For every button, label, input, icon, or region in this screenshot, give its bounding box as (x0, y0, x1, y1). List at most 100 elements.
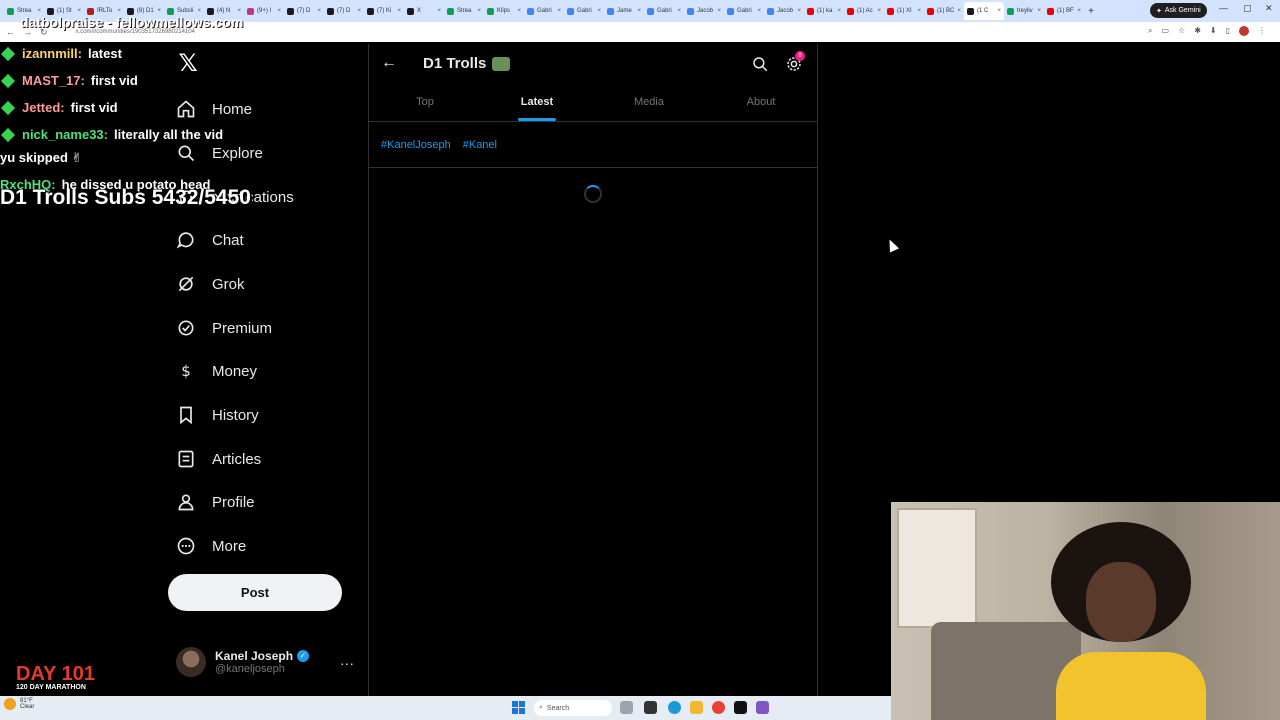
nav-item-articles[interactable]: Articles (176, 444, 261, 474)
close-tab-icon[interactable]: × (877, 8, 881, 14)
taskbar-edge-icon[interactable] (668, 701, 681, 714)
tab-about[interactable]: About (705, 88, 817, 121)
taskbar-search-input[interactable]: ⌕ Search (534, 700, 612, 716)
close-tab-icon[interactable]: × (637, 8, 641, 14)
cast-icon[interactable]: ▭ (1161, 26, 1169, 36)
post-button[interactable]: Post (168, 574, 342, 611)
nav-item-premium[interactable]: Premium (176, 313, 272, 343)
community-tags: #KanelJoseph #Kanel (369, 122, 817, 168)
close-tab-icon[interactable]: × (477, 8, 481, 14)
tab-favicon-icon (407, 7, 414, 15)
menu-dots-icon[interactable]: ⋮ (1258, 26, 1266, 36)
browser-tab[interactable]: (7) Ki × (364, 2, 404, 20)
stream-top-overlay: datbolpraise - fellowmellows.com (20, 14, 244, 30)
ask-gemini-button[interactable]: ✦ Ask Gemini (1150, 3, 1207, 18)
close-tab-icon[interactable]: × (717, 8, 721, 14)
nav-item-chat[interactable]: Chat (176, 225, 244, 255)
browser-tab[interactable]: (1) ka × (804, 2, 844, 20)
maximize-window-button[interactable]: ▢ (1243, 3, 1252, 14)
tab-top[interactable]: Top (369, 88, 481, 121)
close-tab-icon[interactable]: × (797, 8, 801, 14)
taskbar-widget-icon[interactable] (620, 701, 633, 714)
tab-favicon-icon (1047, 7, 1054, 15)
bookmark-star-icon[interactable]: ☆ (1178, 26, 1185, 36)
browser-tab[interactable]: Klips × (484, 2, 524, 20)
browser-tab[interactable]: treyliv × (1004, 2, 1044, 20)
taskbar-chrome-icon[interactable] (712, 701, 725, 714)
close-tab-icon[interactable]: × (917, 8, 921, 14)
account-switcher[interactable]: Kanel Joseph ✓ @kaneljoseph (176, 646, 356, 678)
browser-tab[interactable]: (9+) I × (244, 2, 284, 20)
browser-tab[interactable]: Gabri × (524, 2, 564, 20)
chat-badge-icon (0, 46, 16, 61)
nav-item-grok[interactable]: Grok (176, 269, 245, 299)
browser-tab[interactable]: (1) BC × (924, 2, 964, 20)
close-tab-icon[interactable]: × (277, 8, 281, 14)
taskbar-explorer-icon[interactable] (690, 701, 703, 714)
webcam-window-bg (897, 508, 977, 628)
browser-tab[interactable]: (1 C × (964, 2, 1004, 20)
close-tab-icon[interactable]: × (837, 8, 841, 14)
windows-start-icon[interactable] (512, 701, 525, 714)
browser-tab[interactable]: (1) Ac × (844, 2, 884, 20)
browser-tab-label: (1 C (977, 8, 989, 14)
hashtag-link[interactable]: #Kanel (463, 139, 497, 151)
close-tab-icon[interactable]: × (517, 8, 521, 14)
close-tab-icon[interactable]: × (557, 8, 561, 14)
new-tab-icon[interactable]: + (1084, 6, 1098, 17)
browser-tab[interactable]: Gabri × (644, 2, 684, 20)
close-tab-icon[interactable]: × (997, 8, 1001, 14)
minimize-window-button[interactable]: — (1219, 3, 1228, 13)
nav-item-history[interactable]: History (176, 400, 259, 430)
browser-tab[interactable]: (1) BF × (1044, 2, 1084, 20)
hashtag-link[interactable]: #KanelJoseph (381, 139, 451, 151)
community-header: ← D1 Trolls 8 (369, 44, 817, 84)
taskbar-app-icon[interactable] (734, 701, 747, 714)
browser-tab[interactable]: Jame × (604, 2, 644, 20)
profile-avatar-icon[interactable] (1239, 26, 1249, 36)
download-icon[interactable]: ⬇ (1210, 26, 1217, 36)
taskbar-obs-icon[interactable] (756, 701, 769, 714)
account-more-icon[interactable]: ··· (340, 655, 354, 671)
community-search-icon[interactable] (751, 55, 769, 73)
browser-tab[interactable]: Jacob × (684, 2, 724, 20)
tab-media[interactable]: Media (593, 88, 705, 121)
nav-item-money[interactable]: $ Money (176, 356, 257, 386)
nav-item-profile[interactable]: Profile (176, 487, 255, 517)
close-tab-icon[interactable]: × (757, 8, 761, 14)
browser-tab-label: Gabri (737, 8, 752, 14)
close-tab-icon[interactable]: × (357, 8, 361, 14)
browser-tab[interactable]: Strea × (444, 2, 484, 20)
browser-tab-label: (9+) I (257, 8, 272, 14)
back-nav-icon[interactable]: ← (6, 27, 15, 37)
browser-tab[interactable]: Gabri × (724, 2, 764, 20)
chat-message: Jetted: first vid (0, 94, 290, 121)
tab-latest[interactable]: Latest (481, 88, 593, 121)
browser-tab[interactable]: Jacob × (764, 2, 804, 20)
browser-tab[interactable]: Gabri × (564, 2, 604, 20)
zoom-icon[interactable]: ⌕ (1148, 26, 1152, 36)
close-tab-icon[interactable]: × (957, 8, 961, 14)
close-window-button[interactable]: ✕ (1265, 3, 1273, 14)
taskbar-taskview-icon[interactable] (644, 701, 657, 714)
nav-item-more[interactable]: More (176, 531, 246, 561)
extensions-icon[interactable]: ✱ (1194, 26, 1201, 36)
browser-tab[interactable]: (7) D × (284, 2, 324, 20)
close-tab-icon[interactable]: × (437, 8, 441, 14)
chat-text: first vid (70, 100, 118, 115)
close-tab-icon[interactable]: × (677, 8, 681, 14)
browser-tab[interactable]: (7) D × (324, 2, 364, 20)
close-tab-icon[interactable]: × (1077, 8, 1081, 14)
chat-username: MAST_17: (22, 73, 85, 88)
weather-widget[interactable]: 81°F Clear (4, 698, 34, 710)
close-tab-icon[interactable]: × (1037, 8, 1041, 14)
browser-tab-label: Jacob (697, 8, 714, 14)
back-arrow-icon[interactable]: ← (381, 54, 399, 72)
close-tab-icon[interactable]: × (397, 8, 401, 14)
close-tab-icon[interactable]: × (597, 8, 601, 14)
verified-badge-icon: ✓ (297, 650, 310, 662)
sidebar-icon[interactable]: ▯ (1226, 26, 1230, 36)
close-tab-icon[interactable]: × (317, 8, 321, 14)
browser-tab[interactable]: X × (404, 2, 444, 20)
browser-tab[interactable]: (1) XI × (884, 2, 924, 20)
